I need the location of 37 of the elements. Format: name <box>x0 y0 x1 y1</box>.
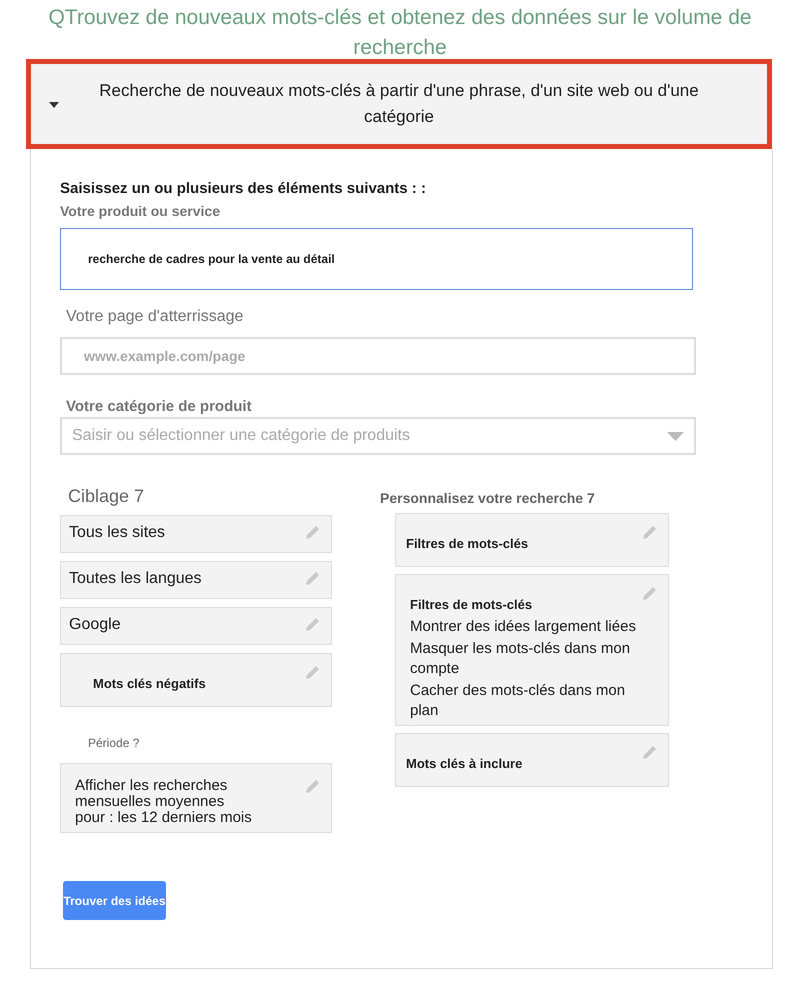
card-label: Mots clés négatifs <box>93 675 206 693</box>
pencil-icon[interactable] <box>641 585 658 602</box>
option-card[interactable]: Mots clés à inclure <box>395 733 669 787</box>
option-card[interactable]: Google <box>60 607 332 645</box>
card-title: Filtres de mots-clés <box>410 596 534 614</box>
card-label: Mots clés à inclure <box>406 755 522 773</box>
card-label: Toutes les langues <box>69 570 202 588</box>
dropdown-arrow-icon <box>667 432 684 440</box>
field-label: Période ? <box>88 735 140 751</box>
field-label: Votre catégorie de produit <box>66 397 253 417</box>
section-toggle[interactable]: Recherche de nouveaux mots-clés à partir d'une phrase, d'un site web ou d'une catégorie <box>26 59 772 149</box>
form-heading: Saisissez un ou plusieurs des éléments suivants : : <box>60 179 427 199</box>
period-card[interactable]: Afficher les recherches mensuelles moyennes pour : les 12 derniers mois <box>60 763 332 833</box>
page-title: QTrouvez de nouveaux mots-clés et obtenez des données sur le volume de recherche <box>47 5 753 61</box>
filter-text: Montrer des idées largement liées <box>410 617 637 637</box>
pencil-icon[interactable] <box>304 778 321 795</box>
product-input[interactable]: recherche de cadres pour la vente au détail <box>60 228 693 290</box>
field-label: Votre page d'atterrissage <box>66 307 244 327</box>
pencil-icon[interactable] <box>641 524 658 541</box>
pencil-icon[interactable] <box>304 524 321 541</box>
option-card[interactable]: Tous les sites <box>60 515 332 553</box>
card-label: Tous les sites <box>69 524 166 542</box>
section-title: Personnalisez votre recherche 7 <box>380 489 596 508</box>
pencil-icon[interactable] <box>304 664 321 681</box>
option-card[interactable]: Mots clés négatifs <box>60 653 332 707</box>
filter-text: Cacher des mots-clés dans mon plan <box>410 681 626 721</box>
pencil-icon[interactable] <box>641 744 658 761</box>
field-label: Votre produit ou service <box>60 202 221 221</box>
pencil-icon[interactable] <box>304 616 321 633</box>
card-label: Google <box>69 616 121 634</box>
option-card[interactable]: Filtres de mots-clés Montrer des idées largement liées Masquer les mots-clés dans mon compte Cacher des mots-clés dans mon plan <box>395 574 669 726</box>
filter-text: Masquer les mots-clés dans mon compte <box>410 639 632 679</box>
pencil-icon[interactable] <box>304 570 321 587</box>
section-title: Ciblage 7 <box>68 485 146 507</box>
option-card[interactable]: Filtres de mots-clés <box>395 513 669 567</box>
card-label: Filtres de mots-clés <box>406 535 528 553</box>
option-card[interactable]: Toutes les langues <box>60 561 332 599</box>
